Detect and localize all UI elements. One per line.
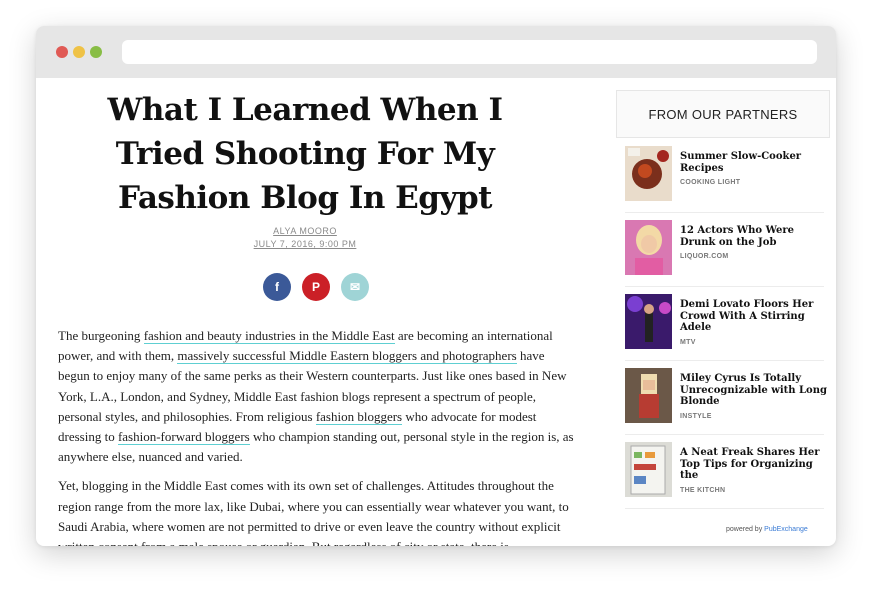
- pinterest-share-button[interactable]: P: [302, 273, 330, 301]
- partner-item[interactable]: Miley Cyrus Is Totally Unrecognizable wi…: [625, 368, 827, 435]
- partners-sidebar: FROM OUR PARTNERS Summer Slow-Cooker Rec…: [616, 90, 830, 533]
- browser-window: What I Learned When I Tried Shooting For…: [36, 26, 836, 546]
- link-fashion-bloggers[interactable]: fashion bloggers: [315, 408, 403, 425]
- address-bar[interactable]: [122, 40, 817, 64]
- concert-thumbnail[interactable]: [625, 294, 672, 349]
- item-title-text[interactable]: Miley Cyrus Is Totally Unrecognizable wi…: [680, 373, 827, 407]
- article-title: What I Learned When I Tried Shooting For…: [107, 92, 503, 216]
- facebook-icon: f: [275, 280, 279, 294]
- partner-item-source: THE KITCHN: [680, 486, 726, 494]
- email-icon: ✉: [349, 280, 361, 294]
- link-middle-eastern-bloggers[interactable]: massively successful Middle Eastern blog…: [177, 348, 517, 365]
- item-title-text[interactable]: Summer Slow-Cooker Recipes: [680, 151, 801, 174]
- partner-item-title[interactable]: Summer Slow-Cooker Recipes COOKING LIGHT: [680, 151, 828, 189]
- page-content: What I Learned When I Tried Shooting For…: [36, 78, 836, 546]
- partner-item-source: MTV: [680, 338, 696, 346]
- slow-cooker-thumbnail[interactable]: [625, 146, 672, 201]
- powered-by-text: powered by: [726, 526, 763, 533]
- maximize-window-button[interactable]: [90, 46, 102, 58]
- email-share-button[interactable]: ✉: [341, 273, 369, 301]
- partner-item-title[interactable]: 12 Actors Who Were Drunk on the Job LIQU…: [680, 225, 828, 263]
- article-body: The burgeoning fashion and beauty indust…: [58, 326, 576, 546]
- browser-chrome: [36, 26, 836, 78]
- partner-item-title[interactable]: A Neat Freak Shares Her Top Tips for Org…: [680, 447, 828, 496]
- powered-by-label[interactable]: powered by PubExchange: [726, 526, 808, 533]
- article-author-link[interactable]: ALYA MOORO: [70, 226, 540, 236]
- paragraph-1: The burgeoning fashion and beauty indust…: [58, 326, 576, 467]
- item-title-text[interactable]: Demi Lovato Floors Her Crowd With A Stir…: [680, 299, 813, 333]
- partner-item[interactable]: A Neat Freak Shares Her Top Tips for Org…: [625, 442, 824, 509]
- partner-item-title[interactable]: Miley Cyrus Is Totally Unrecognizable wi…: [680, 373, 828, 422]
- link-fashion-beauty-industries[interactable]: fashion and beauty industries in the Mid…: [143, 328, 395, 344]
- partner-item[interactable]: Demi Lovato Floors Her Crowd With A Stir…: [625, 294, 824, 361]
- refrigerator-thumbnail[interactable]: [625, 442, 672, 497]
- link-fashion-forward-bloggers[interactable]: fashion-forward bloggers: [117, 429, 250, 446]
- item-title-text[interactable]: A Neat Freak Shares Her Top Tips for Org…: [680, 447, 820, 481]
- pubexchange-link[interactable]: PubExchange: [764, 526, 808, 533]
- facebook-share-button[interactable]: f: [263, 273, 291, 301]
- text-run: The burgeoning: [58, 328, 144, 343]
- pinterest-icon: P: [311, 280, 320, 294]
- celebrity-thumbnail[interactable]: [625, 368, 672, 423]
- partner-item-source: INSTYLE: [680, 412, 712, 420]
- partners-heading: FROM OUR PARTNERS: [616, 90, 830, 138]
- actor-thumbnail[interactable]: [625, 220, 672, 275]
- item-title-text[interactable]: 12 Actors Who Were Drunk on the Job: [680, 225, 794, 248]
- minimize-window-button[interactable]: [73, 46, 85, 58]
- paragraph-2: Yet, blogging in the Middle East comes w…: [58, 478, 569, 546]
- close-window-button[interactable]: [56, 46, 68, 58]
- partner-item[interactable]: Summer Slow-Cooker Recipes COOKING LIGHT: [625, 146, 824, 213]
- partner-item-title[interactable]: Demi Lovato Floors Her Crowd With A Stir…: [680, 299, 828, 348]
- partner-item-source: COOKING LIGHT: [680, 179, 741, 186]
- partner-item-source: LIQUOR.COM: [680, 253, 729, 260]
- article-date[interactable]: JULY 7, 2016, 9:00 PM: [70, 239, 540, 249]
- partner-item[interactable]: 12 Actors Who Were Drunk on the Job LIQU…: [625, 220, 824, 287]
